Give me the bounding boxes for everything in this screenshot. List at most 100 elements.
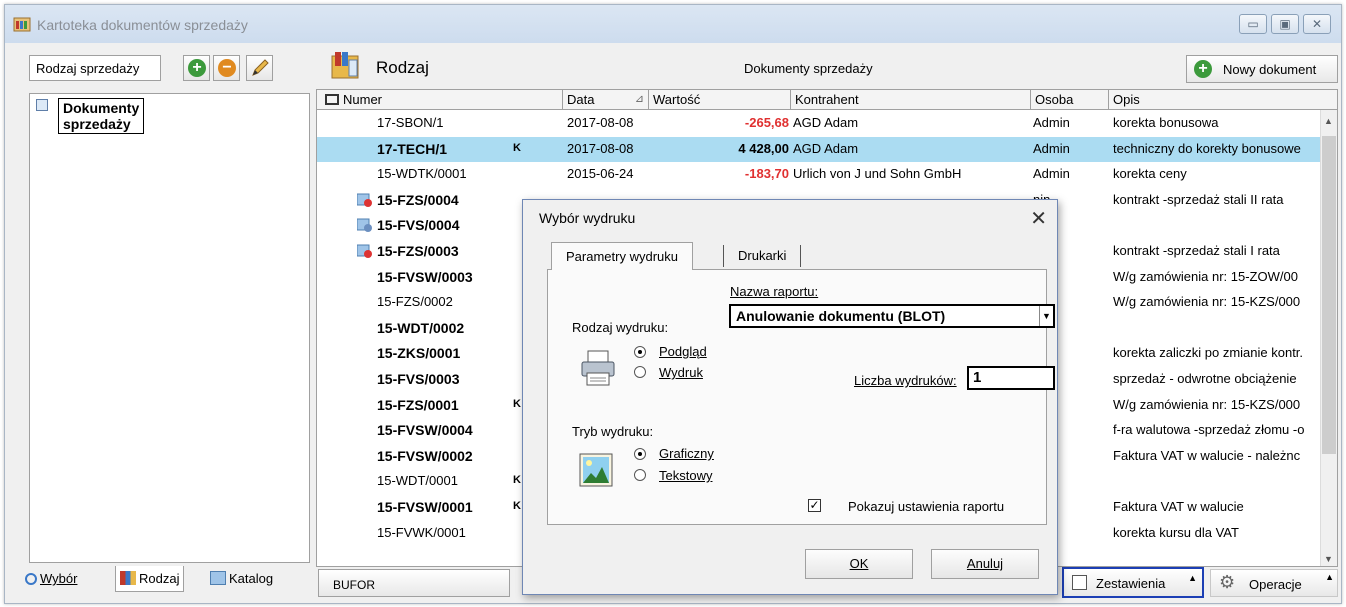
new-document-button[interactable]: + Nowy dokument [1186, 55, 1338, 83]
column-header-osoba[interactable]: Osoba [1031, 90, 1109, 110]
chevron-up-icon: ▲ [1188, 573, 1197, 583]
minus-icon: − [218, 59, 236, 77]
report-name-select[interactable]: Anulowanie dokumentu (BLOT) ▼ [729, 304, 1055, 328]
tab-rodzaj[interactable]: Rodzaj [115, 566, 185, 592]
print-mode-label: Tryb wydruku: [572, 424, 654, 439]
chevron-up-icon: ▲ [1325, 572, 1334, 582]
tab-katalog[interactable]: Katalog [206, 566, 277, 592]
scroll-down-icon[interactable]: ▼ [1324, 554, 1333, 564]
title-bar: Kartoteka dokumentów sprzedaży ▭ ▣ ✕ [5, 5, 1341, 43]
document-type-icon [356, 193, 373, 208]
cell-numer: 15-ZKS/0001 [377, 345, 461, 362]
table-row[interactable]: 17-TECH/1 K 2017-08-08 4 428,00 AGD Adam Admi… [317, 136, 1329, 163]
printer-icon [581, 350, 615, 386]
tab-print-params[interactable]: Parametry wydruku [551, 242, 693, 270]
plus-icon: + [188, 59, 206, 77]
scroll-up-icon[interactable]: ▲ [1324, 116, 1333, 126]
main-toolbar: Rodzaj Dokumenty sprzedaży + Nowy dokume… [314, 45, 1338, 87]
preview-radio[interactable] [634, 346, 646, 358]
left-toolbar: Rodzaj sprzedaży + − [12, 45, 310, 85]
cell-data: 2017-08-08 [567, 115, 634, 130]
kind-label: Rodzaj [376, 58, 429, 77]
column-header-numer[interactable]: Numer [317, 90, 563, 110]
print-radio[interactable] [634, 366, 646, 378]
table-row[interactable]: 17-SBON/1 2017-08-08 -265,68 AGD Adam Admin k… [317, 111, 1329, 137]
maximize-button[interactable]: ▣ [1271, 14, 1299, 34]
cell-numer: 15-FVWK/0001 [377, 524, 466, 540]
tab-printers[interactable]: Drukarki [723, 245, 802, 267]
cell-opis: W/g zamówienia nr: 15-KZS/000 [1113, 294, 1301, 310]
ok-label: OK [849, 556, 869, 571]
column-header-data[interactable]: Data ⊿ [563, 90, 649, 110]
vertical-scrollbar[interactable]: ▲ ▼ [1320, 110, 1337, 566]
edit-kind-button[interactable] [246, 55, 273, 81]
document-type-icon [356, 218, 373, 233]
table-row[interactable]: 15-WDTK/0001 2015-06-24 -183,70 Urlich von … [317, 162, 1329, 188]
document-type-icon [356, 244, 373, 259]
text-label: Tekstowy [659, 468, 713, 483]
cell-wartosc: -265,68 [744, 115, 789, 130]
cell-opis: sprzedaż - odwrotne obciążenie [1113, 371, 1297, 386]
cancel-label: Anuluj [966, 556, 1004, 571]
operacje-button[interactable]: ⚙ Operacje ▲ [1210, 569, 1338, 597]
sales-kind-label: Rodzaj sprzedaży [29, 55, 161, 81]
new-document-label: Nowy dokument [1223, 62, 1317, 77]
plus-icon: + [1194, 60, 1212, 78]
close-button[interactable]: ✕ [1303, 14, 1331, 34]
cell-numer: 15-FVSW/0004 [377, 422, 473, 439]
sort-asc-icon: ⊿ [634, 93, 644, 105]
show-settings-checkbox[interactable]: ✓ [808, 499, 821, 512]
copies-input[interactable]: 1 [967, 366, 1055, 390]
graphic-label: Graficzny [659, 446, 714, 461]
folder-color-icon [120, 571, 136, 585]
graphic-radio[interactable] [634, 448, 646, 460]
column-data-label: Data [567, 92, 595, 107]
cell-numer: 15-FVS/0003 [377, 371, 460, 387]
dialog-close-icon[interactable]: ✕ [1030, 206, 1047, 231]
window-title: Kartoteka dokumentów sprzedaży [37, 17, 248, 33]
tab-rodzaj-label: Rodzaj [139, 571, 180, 586]
cell-opis: techniczny do korekty bonusowe [1113, 140, 1301, 156]
cancel-button[interactable]: Anuluj [931, 549, 1039, 579]
cell-opis: f-ra walutowa -sprzedaż złomu -o [1113, 422, 1305, 438]
bufor-button[interactable]: BUFOR [318, 569, 510, 597]
cell-osoba: Admin [1033, 166, 1070, 182]
column-wartosc-label: Wartość [653, 92, 701, 107]
cell-numer: 17-SBON/1 [377, 115, 444, 130]
zestawienia-button[interactable]: Zestawienia ▲ [1062, 567, 1204, 598]
cell-opis: W/g zamówienia nr: 15-KZS/000 [1113, 396, 1301, 412]
cell-numer: 15-FVSW/0002 [377, 447, 473, 464]
minimize-button[interactable]: ▭ [1239, 14, 1267, 34]
dialog-title: Wybór wydruku [539, 210, 636, 226]
cell-opis: Faktura VAT w walucie [1113, 499, 1244, 514]
chevron-down-icon[interactable]: ▼ [1039, 306, 1053, 326]
folder-icon [210, 571, 226, 585]
add-kind-button[interactable]: + [183, 55, 210, 81]
scrollbar-thumb[interactable] [1322, 136, 1336, 454]
column-opis-label: Opis [1113, 92, 1140, 107]
print-dialog: Wybór wydruku ✕ Parametry wydruku Drukar… [522, 199, 1058, 595]
cell-opis: kontrakt -sprzedaż stali I rata [1113, 243, 1280, 258]
tab-wybor[interactable]: Wybór [21, 566, 81, 592]
column-header-kontrahent[interactable]: Kontrahent [791, 90, 1031, 110]
column-header-wartosc[interactable]: Wartość [649, 90, 791, 110]
search-icon [25, 573, 37, 585]
text-radio[interactable] [634, 469, 646, 481]
column-header-opis[interactable]: Opis [1109, 90, 1337, 110]
remove-kind-button[interactable]: − [213, 55, 240, 81]
cell-opis: korekta kursu dla VAT [1113, 524, 1239, 540]
cell-numer: 15-FVSW/0003 [377, 268, 473, 285]
cell-opis: Faktura VAT w walucie - należnc [1113, 447, 1301, 463]
cell-opis: korekta bonusowa [1113, 115, 1219, 130]
select-all-checkbox[interactable] [325, 94, 339, 105]
cell-kontrahent: AGD Adam [793, 115, 859, 130]
dialog-tabs: Parametry wydruku Drukarki [551, 242, 851, 270]
tab-katalog-label: Katalog [229, 571, 274, 586]
ok-button[interactable]: OK [805, 549, 913, 579]
cell-numer: 15-FVS/0004 [377, 217, 460, 234]
cell-osoba: Admin [1033, 140, 1070, 156]
category-tree: Dokumenty sprzedaży [29, 93, 310, 563]
cell-numer: 17-TECH/1 [377, 140, 448, 157]
cell-numer: 15-FZS/0002 [377, 294, 453, 310]
report-icon [1072, 575, 1087, 590]
